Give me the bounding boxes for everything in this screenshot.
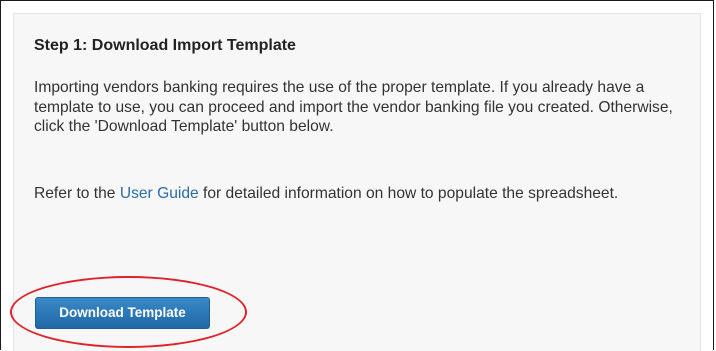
- user-guide-prefix: Refer to the: [34, 185, 120, 202]
- import-step-panel: Step 1: Download Import Template Importi…: [10, 13, 701, 351]
- screenshot-frame: Step 1: Download Import Template Importi…: [0, 0, 714, 351]
- user-guide-link[interactable]: User Guide: [120, 185, 199, 202]
- user-guide-paragraph: Refer to the User Guide for detailed inf…: [34, 184, 694, 204]
- instructions-paragraph: Importing vendors banking requires the u…: [34, 79, 673, 135]
- step-title: Step 1: Download Import Template: [34, 37, 296, 54]
- user-guide-suffix: for detailed information on how to popul…: [198, 185, 619, 202]
- download-template-button[interactable]: Download Template: [35, 297, 210, 329]
